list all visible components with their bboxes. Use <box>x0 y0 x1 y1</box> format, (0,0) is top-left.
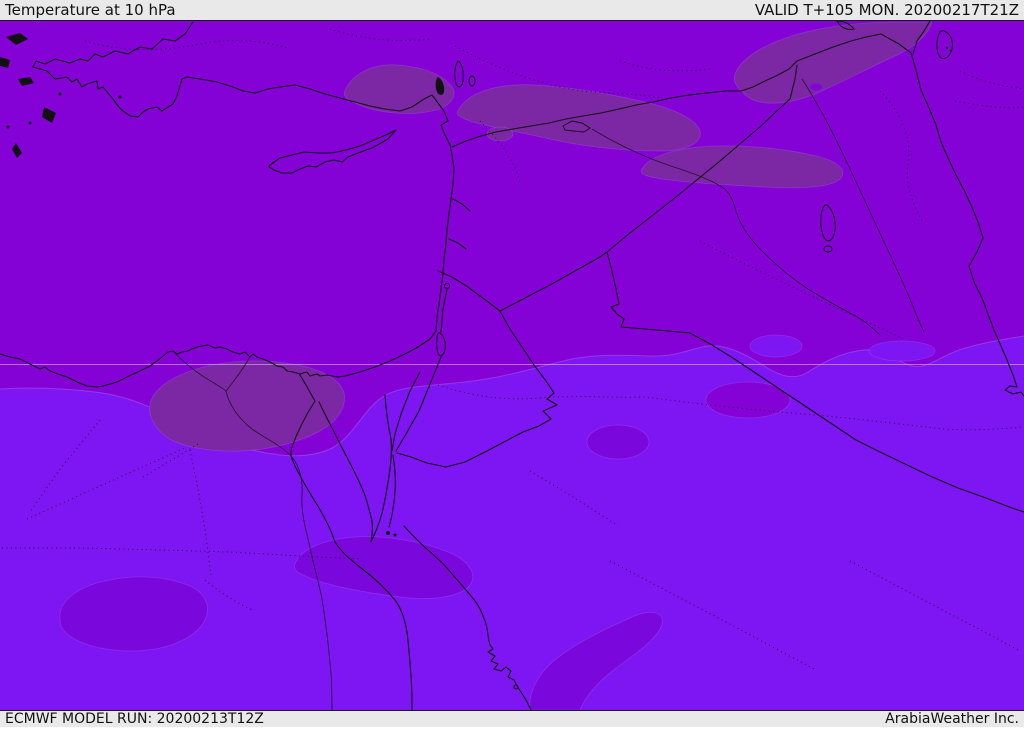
valid-time-label: VALID T+105 MON. 20200217T21Z <box>754 1 1019 19</box>
weather-map <box>0 21 1024 710</box>
credit-label: ArabiaWeather Inc. <box>885 711 1019 727</box>
header-bar: Temperature at 10 hPa VALID T+105 MON. 2… <box>0 0 1024 21</box>
map-title: Temperature at 10 hPa <box>5 1 176 19</box>
map-svg <box>0 21 1024 710</box>
model-run-label: ECMWF MODEL RUN: 20200213T12Z <box>5 711 264 727</box>
footer-bar: ECMWF MODEL RUN: 20200213T12Z ArabiaWeat… <box>0 710 1024 727</box>
temperature-zones <box>0 21 1024 710</box>
tiran-island <box>393 533 397 537</box>
tiran-island <box>386 531 390 535</box>
